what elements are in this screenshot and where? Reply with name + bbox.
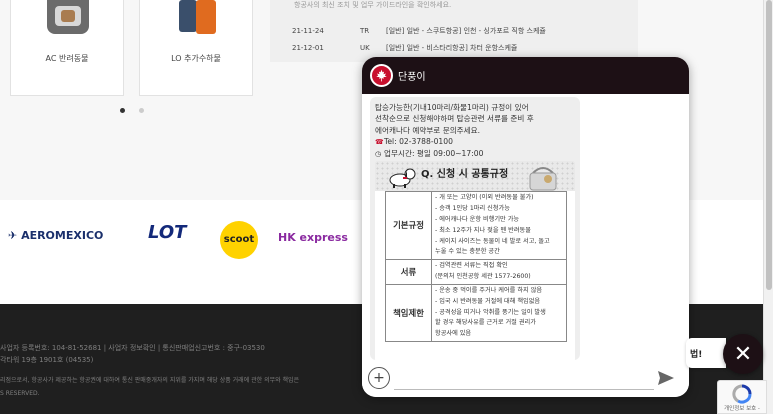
rules-row-documents: 서류 - 검역관련 서류는 직접 확인 (문의처 인천공항 세관 1577-26… [385,259,567,285]
rules-category: 기본규정 [385,191,432,261]
rules-card-title: Q. 신청 시 공통규정 [421,169,509,181]
carousel-card-label: AC 반려동물 [45,54,89,63]
hours-line: ◷ 업무시간: 평일 09:00~17:00 [375,148,575,160]
recaptcha-privacy-link[interactable]: 개인정보 보호 - [718,404,766,412]
pet-carrier-icon [47,0,89,34]
rule-item: - 케이지 사이즈는 동물이 네 발로 서고, 돌고 [435,237,550,245]
chat-messages[interactable]: 탑승가능한(기내10마리/화물1마리) 규정이 있어 선착순으로 신청해야하며 … [362,94,689,360]
rules-items: - 운송 중 먹이를 주거나 케어를 하지 않음 - 입국 시 반려동물 거절에… [431,283,567,343]
rule-item: 할 경우 해당사유를 근거로 거절 권리가 [435,319,536,327]
rule-item: - 승객 1인당 1마리 신청가능 [435,205,510,213]
notice-intro: 항공사의 최신 조치 및 업무 가이드라인을 확인하세요. [294,1,452,9]
aeromexico-logo[interactable]: ✈ AEROMEXICO [8,229,103,242]
close-icon: ✕ [733,341,753,367]
notice-date: 21-11-24 [292,27,324,35]
chatbot-window: 단풍이 탑승가능한(기내10마리/화물1마리) 규정이 있어 선착순으로 신청해… [362,57,689,397]
rules-category: 서류 [385,259,432,285]
carousel-card-baggage[interactable]: LO 추가수하물 [139,0,253,96]
notice-board: 항공사의 최신 조치 및 업무 가이드라인을 확인하세요. 21-11-24 TR… [270,0,638,62]
rules-table: 기본규정 - 개 또는 고양이 (이외 반려동물 불가) - 승객 1인당 1마… [385,191,567,343]
recaptcha-badge[interactable]: 개인정보 보호 - [717,380,767,414]
notice-title: [일반] 일반 - 비스타리항공] 차터 운항스케쥴 [386,44,518,52]
luggage-icon [176,0,218,34]
notice-title: [일반] 일반 - 스쿠트항공] 인천 - 싱가포르 직항 스케쥴 [386,27,546,35]
scrollbar-thumb[interactable] [766,0,772,290]
footer-copyright: S RESERVED. [0,390,40,397]
close-chat-button[interactable]: ✕ [723,334,763,374]
floating-side-tab[interactable]: 법! [686,338,726,368]
rules-row-liability: 책임제한 - 운송 중 먹이를 주거나 케어를 하지 않음 - 입국 시 반려동… [385,283,567,343]
chat-input-bar: + [362,360,689,397]
notice-row[interactable]: 21-11-24 TR [일반] 일반 - 스쿠트항공] 인천 - 싱가포르 직항 … [292,26,546,36]
rules-card-header: Q. 신청 시 공통규정 [375,161,575,192]
rules-row-basic: 기본규정 - 개 또는 고양이 (이외 반려동물 불가) - 승객 1인당 1마… [385,191,567,261]
rules-items: - 개 또는 고양이 (이외 반려동물 불가) - 승객 1인당 1마리 신청가… [431,191,567,261]
message-line: 에어캐나다 예약부로 문의주세요. [375,125,481,135]
plus-icon: + [373,370,385,386]
side-tab-label: 법! [690,350,703,360]
attach-plus-button[interactable]: + [368,367,390,389]
message-line: 탑승가능한(기내10마리/화물1마리) 규정이 있어 [375,103,529,112]
notice-row[interactable]: 21-12-01 UK [일반] 일반 - 비스타리항공] 차터 운항스케쥴 [292,43,517,53]
chat-message-input[interactable] [394,366,654,390]
hours-text: 업무시간: 평일 09:00~17:00 [384,148,484,158]
rules-category: 책임제한 [385,283,432,343]
rule-item: - 검역관련 서류는 직접 확인 [435,262,508,270]
hkexpress-logo[interactable]: HK express [278,231,348,244]
aeromexico-bird-icon: ✈ [8,229,18,242]
rule-item: (문의처 인천공항 세관 1577-2600) [435,273,531,281]
pet-bag-icon [529,167,557,191]
message-line: 선착순으로 신청해야하며 탑승관련 서류를 준비 후 [375,114,534,124]
chat-title: 단풍이 [398,72,426,83]
rule-item: 누울 수 있는 충분한 공간 [435,248,500,256]
pet-rules-card: Q. 신청 시 공통규정 기본규정 - 개 또는 고양이 (이외 반려동물 불가… [375,161,575,360]
carousel-card-pet[interactable]: AC 반려동물 [10,0,124,96]
footer-disclaimer: 리점으로서, 항공사가 제공하는 항공권에 대하여 통신 판매중개자의 지위를 … [0,377,300,384]
lot-logo[interactable]: LOT [148,222,186,243]
send-button[interactable] [656,369,676,387]
notice-code: UK [360,44,370,52]
notice-date: 21-12-01 [292,44,324,52]
maple-leaf-avatar-icon [370,64,393,87]
rule-item: - 개 또는 고양이 (이외 반려동물 불가) [435,194,534,202]
page-scrollbar[interactable] [763,0,773,414]
notice-code: TR [360,27,370,35]
carousel-dot[interactable] [139,108,144,113]
rule-item: - 에어캐나다 운항 비행기만 가능 [435,215,520,223]
clock-icon: ◷ [375,149,382,158]
rule-item: 항공사에 있음 [435,330,472,338]
recaptcha-icon [732,384,752,404]
rule-item: - 최소 12주가 지나 젖을 뗀 반려동물 [435,226,531,234]
phone-text: Tel: 02-3788-0100 [384,137,453,147]
rule-item: - 공격성을 띠거나 악취를 풍기는 일이 발생 [435,308,546,316]
rule-item: - 운송 중 먹이를 주거나 케어를 하지 않음 [435,286,543,294]
bot-message-bubble: 탑승가능한(기내10마리/화물1마리) 규정이 있어 선착순으로 신청해야하며 … [370,97,580,360]
rules-items: - 검역관련 서류는 직접 확인 (문의처 인천공항 세관 1577-2600) [431,259,567,285]
carousel-card-label: LO 추가수하물 [171,54,221,63]
chat-header: 단풍이 [362,57,689,94]
dog-icon [389,168,416,189]
phone-icon: ☎ [375,138,384,147]
footer-business-info: 사업자 등록번호: 104-81-52681 | 사업자 정보확인 | 통신판매… [0,344,265,352]
carousel-dot-active[interactable] [120,108,125,113]
rule-item: - 입국 시 반려동물 거절에 대해 책임없음 [435,297,541,305]
phone-line: ☎Tel: 02-3788-0100 [375,136,575,148]
scoot-logo[interactable]: scoot [220,221,258,259]
footer-address: 각타워 19층 1901호 (04535) [0,356,94,364]
